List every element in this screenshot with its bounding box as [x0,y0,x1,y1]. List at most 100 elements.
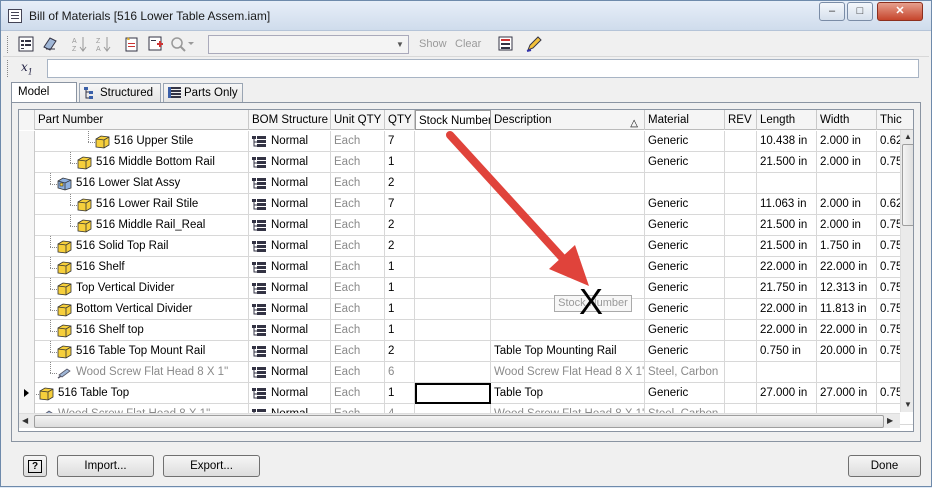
bom-settings-icon[interactable] [497,35,517,54]
help-button[interactable]: ? [23,455,47,477]
sort-ascending-icon[interactable]: AZ [71,35,91,54]
col-unit-qty-cell[interactable]: Each [331,257,385,278]
col-description-cell[interactable] [491,236,645,257]
col-length-cell[interactable]: 21.500 in [757,236,817,257]
table-row[interactable]: 516 Middle Rail_Real Normal Each 2 Generic 21… [19,215,913,236]
col-rev-cell[interactable] [725,152,757,173]
col-length-cell[interactable]: 0.750 in [757,341,817,362]
col-unit-qty-cell[interactable]: Each [331,341,385,362]
col-material-cell[interactable]: Generic [645,299,725,320]
col-stock-number-cell[interactable] [415,257,491,278]
col-qty-cell[interactable]: 2 [385,173,415,194]
col-length-cell[interactable]: 22.000 in [757,257,817,278]
col-width-cell[interactable]: 12.313 in [817,278,877,299]
col-width-header[interactable]: Width [817,110,877,130]
scroll-down-icon[interactable]: ▼ [904,400,912,409]
row-selector[interactable] [19,320,35,341]
col-material-cell[interactable]: Generic [645,383,725,404]
col-qty-cell[interactable]: 1 [385,152,415,173]
row-selector[interactable] [19,257,35,278]
sort-descending-icon[interactable]: ZA [95,35,115,54]
filter-combo[interactable]: ▼ [208,35,409,54]
col-bom-structure-cell[interactable]: Normal [249,215,331,236]
col-part-number-cell[interactable]: 516 Middle Rail_Real [35,215,249,236]
col-rev-cell[interactable] [725,362,757,383]
col-length-header[interactable]: Length [757,110,817,130]
table-row[interactable]: 516 Table Top Mount Rail Normal Each 2 Table… [19,341,913,362]
col-part-number-cell[interactable]: 516 Solid Top Rail [35,236,249,257]
col-unit-qty-cell[interactable]: Each [331,152,385,173]
col-unit-qty-cell[interactable]: Each [331,215,385,236]
col-stock-number-cell[interactable] [415,341,491,362]
col-width-cell[interactable]: 2.000 in [817,194,877,215]
col-rev-cell[interactable] [725,173,757,194]
col-length-cell[interactable] [757,173,817,194]
col-unit-qty-cell[interactable]: Each [331,194,385,215]
col-unit-qty-cell[interactable]: Each [331,131,385,152]
col-qty-cell[interactable]: 2 [385,341,415,362]
col-material-cell[interactable]: Generic [645,320,725,341]
col-part-number-cell[interactable]: 516 Table Top Mount Rail [35,341,249,362]
toolbar-grip[interactable] [7,36,10,53]
import-button[interactable]: Import... [57,455,154,477]
show-button[interactable]: Show [419,38,447,50]
col-rev-cell[interactable] [725,320,757,341]
col-width-cell[interactable]: 2.000 in [817,131,877,152]
vertical-scroll-thumb[interactable] [902,144,913,226]
col-stock-number-cell[interactable] [415,152,491,173]
col-description-header[interactable]: Description △ [491,110,645,130]
col-qty-header[interactable]: QTY [385,110,415,130]
col-stock-number-cell[interactable] [415,215,491,236]
col-description-cell[interactable] [491,257,645,278]
col-rev-cell[interactable] [725,131,757,152]
col-description-cell[interactable] [491,173,645,194]
col-stock-number-cell[interactable] [415,173,491,194]
horizontal-scrollbar[interactable]: ◀ ▶ [19,413,900,428]
bom-table[interactable]: Part Number BOM Structure Unit QTY QTY Stock… [18,109,914,432]
row-selector[interactable] [19,173,35,194]
col-width-cell[interactable] [817,362,877,383]
col-part-number-cell[interactable]: Top Vertical Divider [35,278,249,299]
chevron-down-icon[interactable]: ▼ [393,37,407,52]
table-row[interactable]: Top Vertical Divider Normal Each 1 Generic 21… [19,278,913,299]
col-qty-cell[interactable]: 1 [385,383,415,404]
col-rev-cell[interactable] [725,341,757,362]
col-part-number-cell[interactable]: 516 Lower Slat Assy [35,173,249,194]
scroll-up-icon[interactable]: ▲ [904,132,912,141]
col-material-cell[interactable]: Generic [645,152,725,173]
col-stock-number-cell[interactable] [415,131,491,152]
tab-model-data[interactable]: Model Data [11,82,77,116]
col-part-number-cell[interactable]: Bottom Vertical Divider [35,299,249,320]
search-icon[interactable] [169,35,199,54]
maximize-button[interactable]: □ [847,2,873,21]
minimize-button[interactable]: – [819,2,845,21]
col-material-cell[interactable]: Generic [645,257,725,278]
col-material-cell[interactable]: Steel, Carbon [645,362,725,383]
col-stock-number-cell[interactable] [415,299,491,320]
table-row[interactable]: Wood Screw Flat Head 8 X 1" Normal Each 6 Wo… [19,362,913,383]
row-selector[interactable] [19,152,35,173]
horizontal-scroll-thumb[interactable] [34,415,884,428]
col-length-cell[interactable]: 21.750 in [757,278,817,299]
col-unit-qty-cell[interactable]: Each [331,320,385,341]
col-width-cell[interactable] [817,173,877,194]
col-rev-cell[interactable] [725,278,757,299]
col-stock-number-cell[interactable] [415,236,491,257]
col-rev-cell[interactable] [725,236,757,257]
row-selector[interactable] [19,131,35,152]
col-thickness-header[interactable]: Thic [877,110,913,130]
col-stock-number-cell[interactable] [415,278,491,299]
col-width-cell[interactable]: 11.813 in [817,299,877,320]
col-width-cell[interactable]: 2.000 in [817,152,877,173]
col-description-cell[interactable] [491,215,645,236]
row-selector[interactable] [19,362,35,383]
col-bom-structure-cell[interactable]: Normal [249,152,331,173]
col-material-cell[interactable]: Generic [645,215,725,236]
col-width-cell[interactable]: 22.000 in [817,257,877,278]
col-unit-qty-cell[interactable]: Each [331,299,385,320]
col-description-cell[interactable]: Table Top Mounting Rail [491,341,645,362]
table-row[interactable]: 516 Middle Bottom Rail Normal Each 1 Generic… [19,152,913,173]
row-selector[interactable] [19,278,35,299]
export-table-icon[interactable] [41,35,61,54]
col-qty-cell[interactable]: 6 [385,362,415,383]
